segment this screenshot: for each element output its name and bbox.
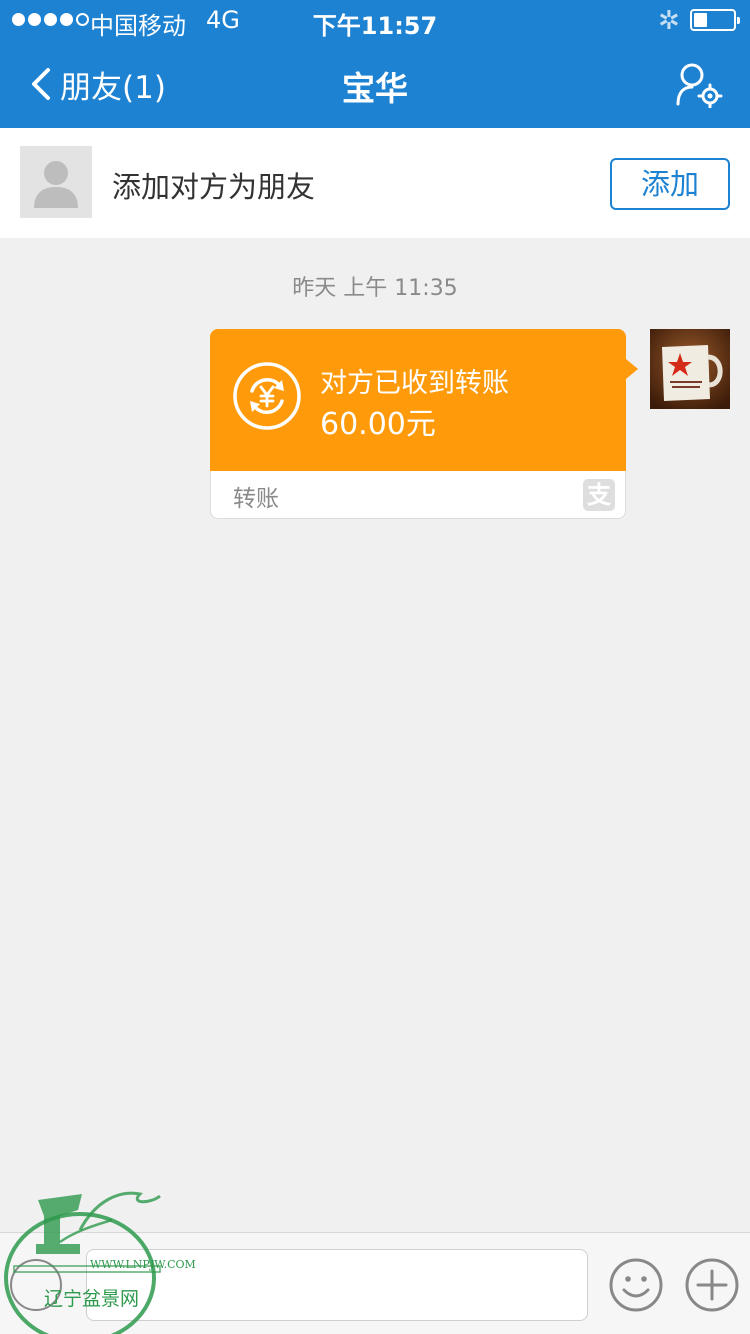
battery-icon (690, 9, 740, 31)
mug-photo-avatar (650, 329, 730, 409)
person-placeholder-icon (34, 161, 78, 208)
default-avatar (20, 146, 92, 218)
bubble-tail (626, 359, 638, 379)
transfer-card-header: 对方已收到转账 60.00元 (210, 329, 626, 471)
bluetooth-icon: ✲ (658, 6, 680, 36)
alipay-icon: 支 (583, 479, 615, 511)
emoji-button[interactable] (608, 1257, 664, 1313)
yuan-transfer-icon (233, 362, 301, 430)
navigation-bar: 朋友(1) 宝华 (0, 40, 750, 128)
transfer-label: 转账 (233, 486, 279, 512)
status-bar: 中国移动 4G 下午11:57 ✲ (0, 0, 750, 40)
add-friend-banner: 添加对方为朋友 添加 (0, 128, 750, 238)
chat-settings-button[interactable] (672, 62, 728, 109)
message-input-bar (0, 1232, 750, 1334)
plus-icon (685, 1258, 739, 1312)
watermark-url: WWW.LNPJW.COM (90, 1258, 196, 1271)
message-timestamp: 昨天 上午 11:35 (292, 276, 458, 301)
add-friend-button[interactable]: 添加 (610, 158, 730, 210)
my-avatar[interactable] (650, 329, 730, 409)
status-time: 下午11:57 (312, 12, 438, 40)
watermark-name: 辽宁盆景网 (44, 1288, 140, 1310)
transfer-message-card[interactable]: 对方已收到转账 60.00元 转账 支 (210, 329, 638, 519)
transfer-status: 对方已收到转账 (320, 368, 509, 399)
chat-title: 宝华 (342, 69, 408, 108)
user-settings-icon (676, 63, 723, 109)
header: 中国移动 4G 下午11:57 ✲ 朋友(1) 宝华 (0, 0, 750, 128)
emoji-icon (609, 1258, 663, 1312)
transfer-card-footer: 转账 支 (210, 471, 626, 519)
add-friend-prompt: 添加对方为朋友 (112, 170, 316, 204)
more-actions-button[interactable] (684, 1257, 740, 1313)
transfer-amount: 60.00元 (320, 407, 436, 442)
